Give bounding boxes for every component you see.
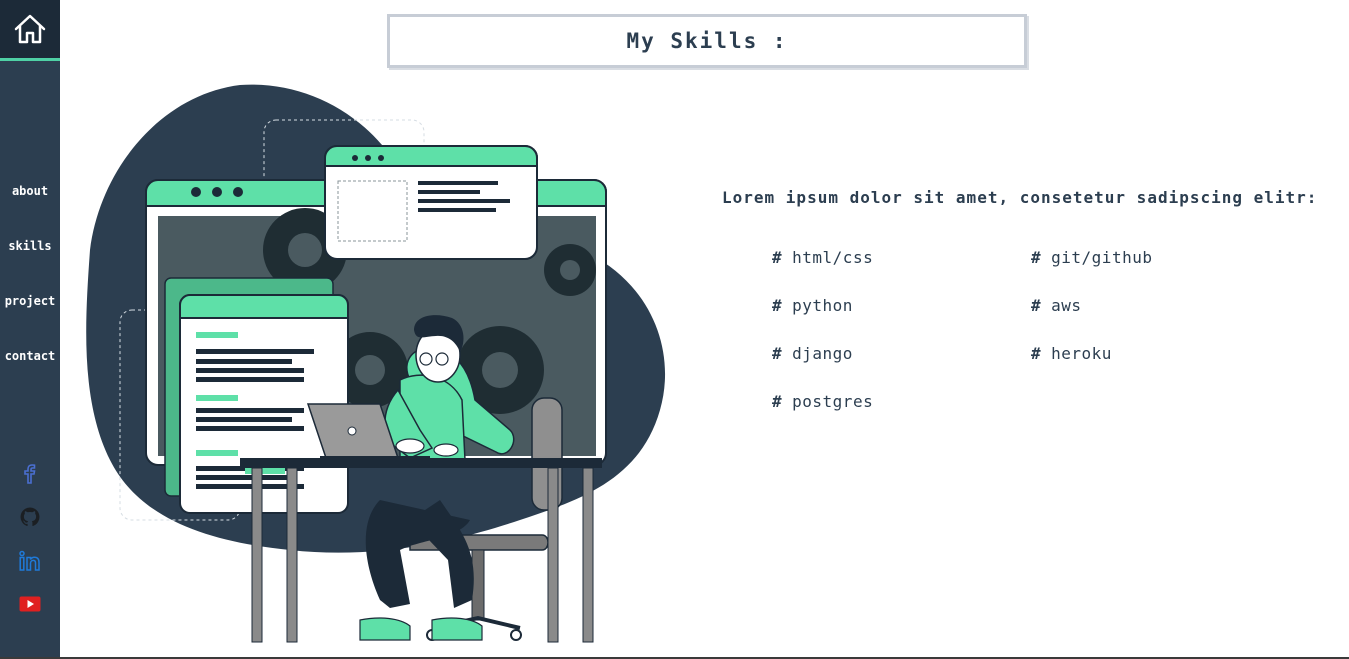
skill-label: aws [1051, 296, 1082, 315]
skill-item: # git/github [1031, 248, 1152, 267]
developer-at-desk-image [86, 84, 666, 643]
github-icon [20, 507, 40, 527]
home-button[interactable] [0, 0, 60, 61]
hash-bullet: # [772, 296, 783, 315]
nav-link-skills[interactable]: skills [8, 233, 51, 288]
developer-illustration [80, 80, 680, 650]
social-links [0, 462, 60, 638]
facebook-link[interactable] [20, 462, 40, 506]
linkedin-link[interactable] [18, 550, 42, 594]
page-title: My Skills : [626, 29, 788, 53]
nav-link-project[interactable]: project [5, 288, 56, 343]
skill-item: # django [772, 344, 853, 363]
nav-link-contact[interactable]: contact [5, 343, 56, 398]
youtube-icon [19, 596, 41, 612]
sidebar: about skills project contact [0, 0, 60, 658]
facebook-icon [24, 464, 36, 484]
hash-bullet: # [772, 344, 783, 363]
hash-bullet: # [772, 248, 783, 267]
hash-bullet: # [1031, 344, 1042, 363]
skill-item: # html/css [772, 248, 873, 267]
github-link[interactable] [19, 506, 41, 550]
sidebar-nav: about skills project contact [0, 178, 60, 398]
hash-bullet: # [1031, 296, 1042, 315]
skill-item: # aws [1031, 296, 1082, 315]
skill-item: # postgres [772, 392, 873, 411]
skill-label: html/css [792, 248, 874, 267]
linkedin-icon [19, 550, 40, 571]
skill-item: # heroku [1031, 344, 1112, 363]
hash-bullet: # [1031, 248, 1042, 267]
nav-link-about[interactable]: about [12, 178, 48, 233]
youtube-link[interactable] [18, 594, 42, 638]
skill-label: django [792, 344, 853, 363]
skill-label: git/github [1051, 248, 1153, 267]
section-title-box: My Skills : [387, 14, 1027, 68]
skill-label: heroku [1051, 344, 1112, 363]
skill-label: python [792, 296, 853, 315]
skills-intro: Lorem ipsum dolor sit amet, consetetur s… [722, 188, 1318, 207]
skill-label: postgres [792, 392, 874, 411]
skill-item: # python [772, 296, 853, 315]
hash-bullet: # [772, 392, 783, 411]
home-icon [14, 14, 46, 44]
